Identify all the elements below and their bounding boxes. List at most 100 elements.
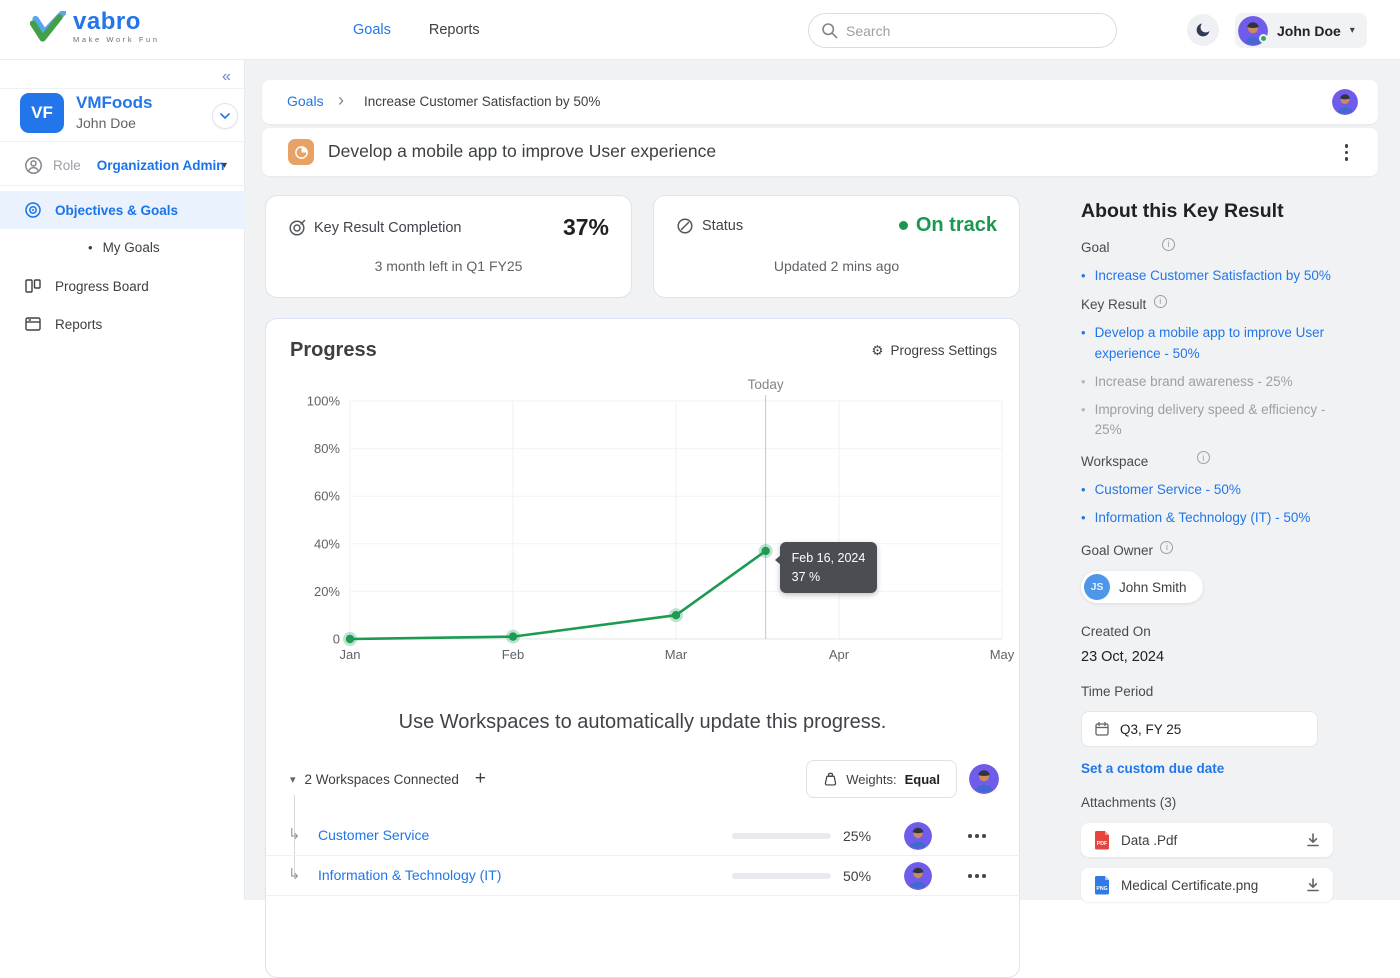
divider (0, 141, 245, 142)
key-result-title: Develop a mobile app to improve User exp… (328, 141, 716, 162)
attachments-label: Attachments (3) (1081, 795, 1176, 810)
sidebar-item-objectives-goals[interactable]: Objectives & Goals (0, 191, 245, 229)
progress-title: Progress (290, 339, 377, 362)
workspace-name: VMFoods (76, 93, 153, 113)
workspace-badge[interactable]: VF (20, 93, 64, 133)
status-icon (676, 217, 694, 235)
download-icon[interactable] (1305, 877, 1321, 893)
progress-percent: 50% (843, 868, 871, 884)
row-menu-icon[interactable] (968, 834, 986, 838)
info-icon[interactable]: i (1162, 238, 1175, 251)
tooltip-date: Feb 16, 2024 (792, 549, 866, 568)
breadcrumb-goals-link[interactable]: Goals (287, 93, 324, 109)
svg-text:60%: 60% (314, 489, 340, 504)
sidebar-item-label: Objectives & Goals (55, 203, 178, 218)
info-icon[interactable]: i (1154, 295, 1167, 308)
key-result-item: • Increase brand awareness - 25% (1081, 372, 1333, 392)
goal-link[interactable]: Increase Customer Satisfaction by 50% (1095, 266, 1331, 286)
info-icon[interactable]: i (1160, 541, 1173, 554)
sidebar-item-label: Reports (55, 317, 102, 332)
goal-avatar[interactable] (1332, 89, 1358, 115)
workspace-link[interactable]: Information & Technology (IT) - 50% (1095, 508, 1311, 528)
status-subtext: Updated 2 mins ago (654, 258, 1019, 274)
search-input[interactable] (846, 23, 1086, 39)
workspace-avatar[interactable] (904, 862, 932, 890)
branch-arrow-icon: ↳ (288, 825, 301, 843)
nav-reports[interactable]: Reports (429, 22, 480, 38)
divider (0, 185, 245, 186)
workspace-rows: ↳ Customer Service 25% ↳ Information & T… (266, 816, 1021, 896)
search-icon (821, 22, 838, 39)
completion-label: Key Result Completion (314, 220, 462, 236)
report-icon (24, 315, 42, 333)
svg-text:PNG: PNG (1096, 886, 1107, 892)
attachment-item[interactable]: PDF Data .Pdf (1081, 823, 1333, 857)
workspace-row: ↳ Information & Technology (IT) 50% (266, 856, 1021, 896)
branch-arrow-icon: ↳ (288, 865, 301, 883)
workspace-link[interactable]: Customer Service - 50% (1095, 480, 1241, 500)
brand-logo[interactable]: vabro Make Work Fun (30, 10, 160, 44)
attachment-name: Data .Pdf (1121, 833, 1177, 848)
breadcrumb-current: Increase Customer Satisfaction by 50% (364, 94, 600, 109)
workspace-link[interactable]: Customer Service (318, 827, 429, 843)
time-period-select[interactable]: Q3, FY 25 (1081, 711, 1318, 747)
workspace-avatar[interactable] (904, 822, 932, 850)
goal-owner-pill[interactable]: JS John Smith (1081, 571, 1203, 603)
calendar-icon (1094, 721, 1110, 737)
online-status-dot (1259, 34, 1268, 43)
target-icon (24, 201, 42, 219)
sidebar-item-label: My Goals (103, 240, 160, 255)
svg-text:Jan: Jan (340, 647, 361, 662)
kebab-menu-icon[interactable] (1343, 142, 1351, 163)
workspace-label: Workspace (1081, 454, 1148, 469)
gear-icon: ⚙ (871, 344, 883, 358)
svg-text:80%: 80% (314, 441, 340, 456)
attachment-item[interactable]: PNG Medical Certificate.png (1081, 868, 1333, 902)
svg-text:May: May (990, 647, 1015, 662)
info-icon[interactable]: i (1197, 451, 1210, 464)
progress-settings-button[interactable]: ⚙ Progress Settings (871, 343, 997, 358)
sidebar-item-label: Progress Board (55, 279, 149, 294)
divider (0, 88, 245, 89)
workspace-switcher-button[interactable] (212, 103, 238, 129)
breadcrumb-chevron-icon: › (338, 90, 344, 111)
key-result-link[interactable]: Develop a mobile app to improve User exp… (1095, 323, 1333, 364)
vabro-check-icon (30, 11, 66, 43)
role-value[interactable]: Organization Admin (97, 158, 225, 173)
sidebar-item-my-goals[interactable]: • My Goals (88, 232, 245, 262)
nav-goals[interactable]: Goals (353, 22, 391, 38)
key-result-icon (288, 139, 314, 165)
weights-avatar[interactable] (969, 764, 999, 794)
row-menu-icon[interactable] (968, 874, 986, 878)
moon-icon (1194, 21, 1212, 39)
breadcrumb-bar: Goals › Increase Customer Satisfaction b… (262, 80, 1378, 124)
sidebar-item-reports[interactable]: Reports (0, 305, 245, 343)
weights-button[interactable]: Weights: Equal (806, 760, 957, 798)
main-content: Goals › Increase Customer Satisfaction b… (245, 60, 1400, 900)
dark-mode-toggle[interactable] (1187, 14, 1219, 46)
tree-collapse-icon[interactable]: ▾ (290, 773, 296, 786)
add-workspace-button[interactable]: + (475, 768, 486, 790)
workspaces-cta-text: Use Workspaces to automatically update t… (266, 711, 1019, 734)
user-name: John Doe (1277, 23, 1341, 39)
download-icon[interactable] (1305, 832, 1321, 848)
custom-due-date-link[interactable]: Set a custom due date (1081, 761, 1224, 776)
tooltip-value: 37 % (792, 568, 866, 587)
bullet-icon: • (1081, 372, 1086, 392)
workspace-link[interactable]: Information & Technology (IT) (318, 867, 501, 883)
bullet-icon: • (1081, 400, 1086, 441)
today-marker-label: Today (726, 377, 806, 392)
sidebar-item-progress-board[interactable]: Progress Board (0, 267, 245, 305)
top-nav: Goals Reports (353, 0, 480, 60)
status-card: Status On track Updated 2 mins ago (653, 195, 1020, 298)
user-menu[interactable]: John Doe ▾ (1235, 13, 1367, 48)
progress-chart: 020%40%60%80%100%JanFebMarAprMay Today F… (282, 381, 1016, 681)
svg-text:100%: 100% (307, 394, 341, 409)
kanban-board-icon (24, 277, 42, 295)
status-label: Status (702, 218, 743, 234)
owner-avatar: JS (1084, 574, 1110, 600)
time-period-value: Q3, FY 25 (1120, 722, 1181, 737)
search-box[interactable] (808, 13, 1117, 48)
sidebar-collapse-icon[interactable]: « (222, 68, 231, 86)
chevron-down-icon[interactable]: ▾ (222, 160, 227, 171)
